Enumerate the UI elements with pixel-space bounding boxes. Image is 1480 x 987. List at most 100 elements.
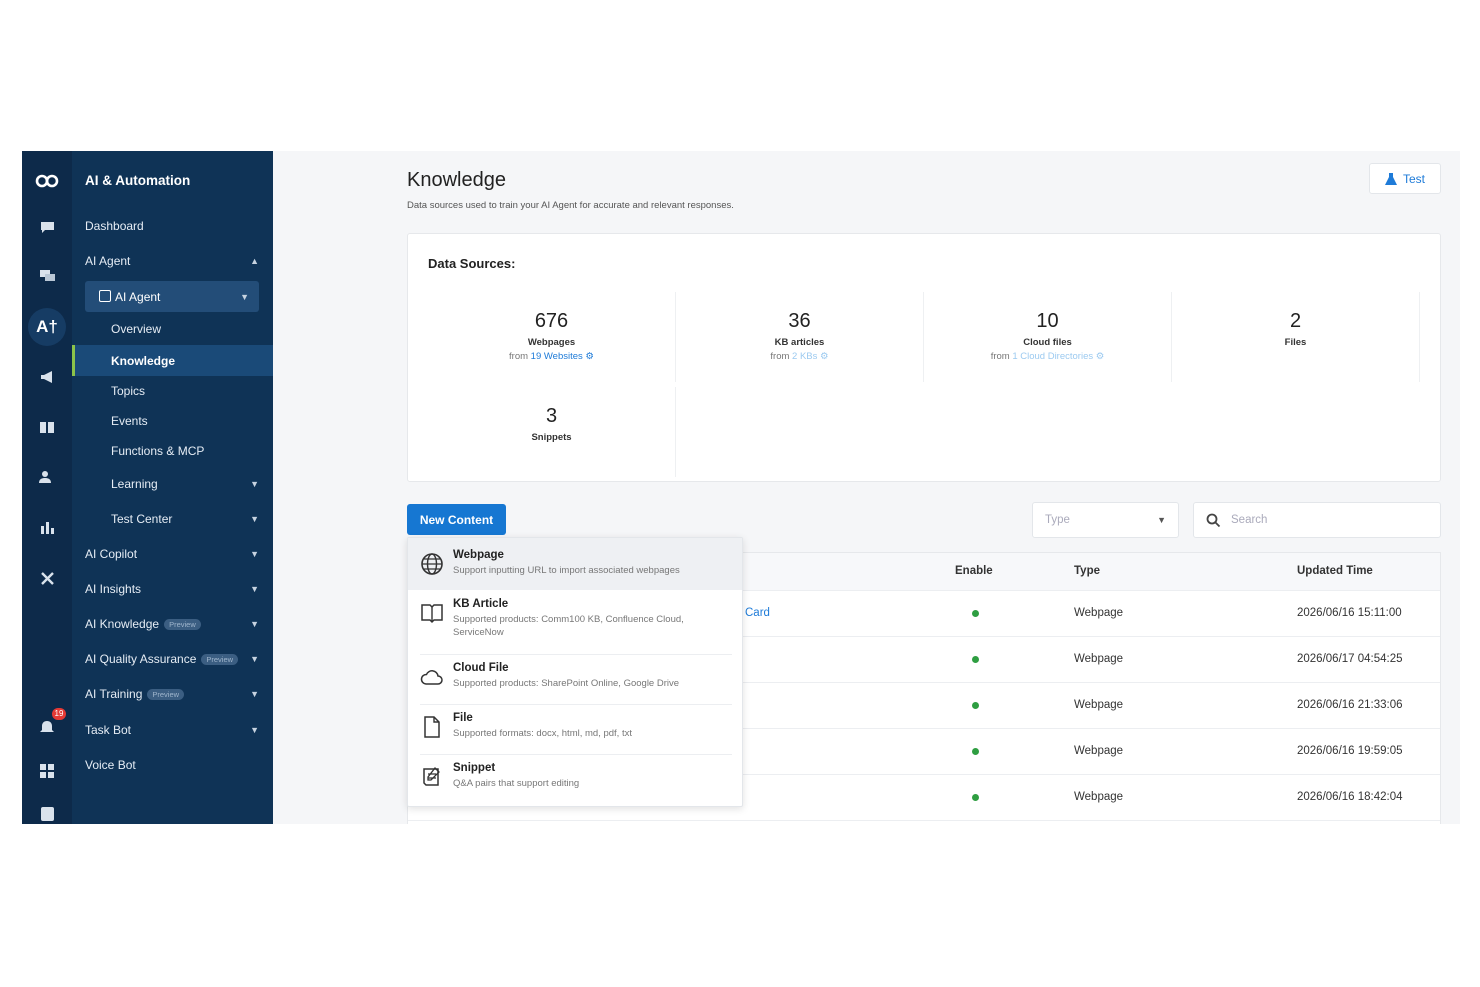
menu-item-snippet[interactable]: Snippet Q&A pairs that support editing [408,762,742,806]
row-name[interactable]: Card [745,607,770,619]
type-filter-select[interactable]: Type ▼ [1032,502,1179,538]
sidebar-item-ai-copilot[interactable]: AI Copilot ▼ [85,543,259,565]
menu-item-webpage[interactable]: Webpage Support inputting URL to import a… [408,538,742,590]
menu-item-title: Snippet [453,762,496,774]
row-updated: 2026/06/17 04:54:25 [1297,653,1403,665]
sidebar-item-topics[interactable]: Topics [111,380,259,402]
stat-count: 3 [545,405,558,427]
stat-source: from 1 Cloud Directories ⚙ [924,351,1171,362]
column-header-updated[interactable]: Updated Time [1297,565,1373,577]
tools-icon[interactable] [34,565,60,591]
app-window: A† 19 AI & Automation Dashboard AI Agent… [22,151,1460,824]
chevron-down-icon: ▼ [250,654,259,664]
logo-icon[interactable] [34,168,60,194]
sidebar-item-label: Test Center [111,512,173,526]
reports-icon[interactable] [34,514,60,540]
stat-label: KB articles [774,337,825,348]
sidebar-item-label: Topics [111,384,146,398]
row-updated: 2026/06/16 21:33:06 [1297,699,1403,711]
chat-icon[interactable] [34,214,60,240]
sidebar-item-dashboard[interactable]: Dashboard [85,215,259,237]
menu-item-file[interactable]: File Supported formats: docx, html, md, p… [408,712,742,756]
menu-item-kb-article[interactable]: KB Article Supported products: Comm100 KB… [408,598,742,654]
help-icon[interactable] [34,801,60,824]
gear-icon[interactable]: ⚙ [820,351,829,362]
flask-icon [1384,172,1397,185]
enabled-indicator [972,748,979,755]
row-updated: 2026/06/16 19:59:05 [1297,745,1403,757]
megaphone-icon[interactable] [34,364,60,390]
stat-label: Snippets [531,432,572,443]
menu-item-title: Cloud File [453,662,509,674]
preview-badge: Preview [201,654,239,666]
gear-icon[interactable]: ⚙ [1096,351,1105,362]
stat-snippets: 3 Snippets [428,387,676,477]
column-header-type[interactable]: Type [1074,565,1100,577]
data-sources-title: Data Sources: [428,256,516,271]
sidebar-item-overview[interactable]: Overview [111,318,259,340]
row-type: Webpage [1074,699,1124,711]
agent-select-value: AI Agent [115,289,161,304]
bell-icon[interactable]: 19 [34,708,66,740]
sidebar-item-knowledge[interactable]: Knowledge [72,345,273,376]
test-button[interactable]: Test [1369,163,1441,194]
column-header-enable[interactable]: Enable [955,565,993,577]
page-subtitle: Data sources used to train your AI Agent… [407,200,734,211]
sidebar-item-label: Overview [111,322,162,336]
new-content-button[interactable]: New Content [407,504,506,535]
caret-down-icon: ▼ [240,291,249,302]
chevron-down-icon: ▼ [250,619,259,629]
sidebar-item-learning[interactable]: Learning ▼ [111,473,259,495]
apps-icon[interactable] [34,758,60,784]
stat-source: from 19 Websites ⚙ [428,351,675,362]
menu-divider [420,704,732,705]
sidebar-item-voice-bot[interactable]: Voice Bot [85,754,259,776]
search-box[interactable] [1193,502,1441,538]
sidebar-item-task-bot[interactable]: Task Bot ▼ [85,719,259,741]
stat-source-prefix: from [770,351,793,362]
websites-link[interactable]: 19 Websites [531,351,583,362]
ai-agent-select[interactable]: AI Agent ▼ [85,281,259,312]
sidebar-item-label: AI Copilot [85,547,138,561]
preview-badge: Preview [147,689,185,701]
menu-item-cloud-file[interactable]: Cloud File Supported products: SharePoint… [408,662,742,706]
caret-down-icon: ▼ [1157,515,1166,525]
sidebar-item-ai-quality[interactable]: AI Quality Assurance Preview ▼ [85,648,259,670]
chevron-down-icon: ▼ [250,549,259,559]
snippet-icon [423,767,440,786]
stat-label: Cloud files [1023,337,1072,348]
stat-webpages: 676 Webpages from 19 Websites ⚙ [428,292,676,382]
search-input[interactable] [1231,514,1411,526]
book-icon[interactable] [34,414,60,440]
new-content-menu: Webpage Support inputting URL to import a… [407,537,743,807]
stat-count: 10 [1036,310,1059,332]
contacts-icon[interactable] [34,464,60,490]
chevron-up-icon: ▲ [250,256,259,266]
sidebar-item-functions[interactable]: Functions & MCP [111,440,259,462]
gear-icon[interactable]: ⚙ [585,351,594,362]
cloud-directories-link[interactable]: 1 Cloud Directories [1012,351,1093,362]
sidebar-item-label: Task Bot [85,723,132,737]
sidebar-item-label: Learning [111,477,158,491]
sidebar-item-test-center[interactable]: Test Center ▼ [111,508,259,530]
data-sources-card: Data Sources: 676 Webpages from 19 Websi… [407,233,1441,482]
icon-rail: A† 19 [22,151,72,824]
row-updated: 2026/06/16 15:11:00 [1297,607,1402,619]
messages-icon[interactable] [34,263,60,289]
ai-automation-icon[interactable]: A† [28,308,66,346]
sidebar-item-events[interactable]: Events [111,410,259,432]
sidebar: AI & Automation Dashboard AI Agent ▲ AI A… [72,151,273,824]
menu-item-desc: Supported products: SharePoint Online, G… [453,678,680,689]
stat-count: 36 [788,310,811,332]
sidebar-item-ai-agent[interactable]: AI Agent ▲ [85,250,259,272]
enabled-indicator [972,610,979,617]
test-button-label: Test [1402,171,1425,186]
open-book-icon [421,604,443,624]
search-icon [1206,513,1221,527]
sidebar-item-ai-insights[interactable]: AI Insights ▼ [85,578,259,600]
sidebar-title: AI & Automation [85,173,191,188]
kbs-link[interactable]: 2 KBs [792,351,817,362]
sidebar-item-label: Events [111,414,148,428]
sidebar-item-ai-training[interactable]: AI Training Preview ▼ [85,683,259,705]
sidebar-item-ai-knowledge[interactable]: AI Knowledge Preview ▼ [85,613,259,635]
